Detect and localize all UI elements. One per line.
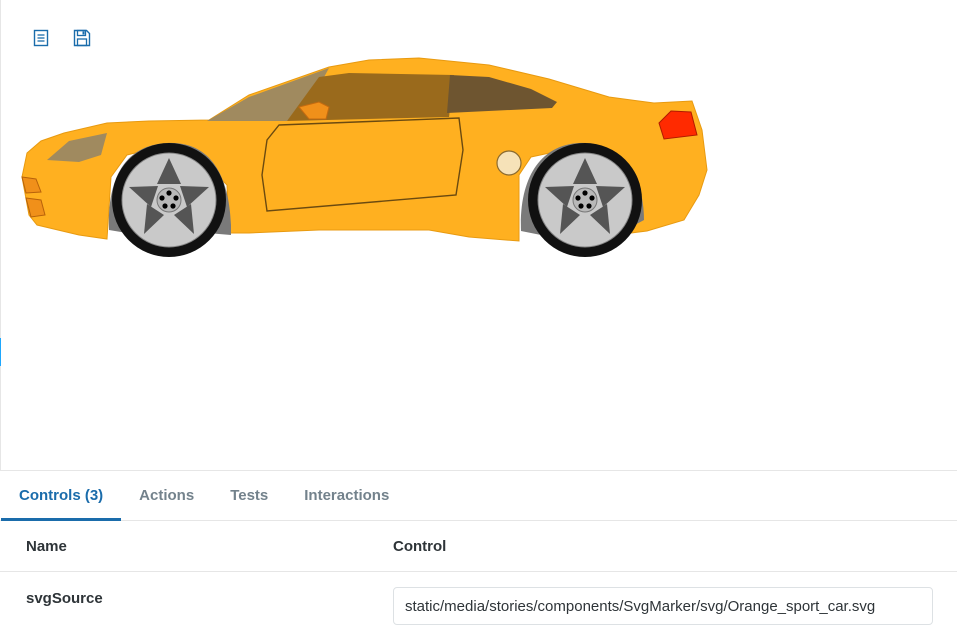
tab-label: Controls (3) xyxy=(19,487,104,504)
tab-tests[interactable]: Tests xyxy=(212,471,286,520)
tab-label: Tests xyxy=(230,487,269,504)
addons-tab-bar: Controls (3) Actions Tests Interactions xyxy=(0,471,957,521)
svg-source-input[interactable] xyxy=(393,587,933,625)
controls-table-header: Name Control xyxy=(0,521,957,572)
addons-panel: Controls (3) Actions Tests Interactions … xyxy=(0,470,957,625)
control-name: svgSource xyxy=(26,590,103,607)
tab-interactions[interactable]: Interactions xyxy=(286,471,407,520)
list-icon[interactable] xyxy=(31,28,51,48)
tab-actions[interactable]: Actions xyxy=(121,471,212,520)
table-row: svgSource xyxy=(0,572,957,625)
tab-controls[interactable]: Controls (3) xyxy=(1,471,122,521)
tab-label: Actions xyxy=(139,487,195,504)
sports-car-image xyxy=(21,57,708,257)
preview-canvas xyxy=(1,0,957,470)
control-cell xyxy=(393,572,957,625)
save-icon[interactable] xyxy=(72,28,92,48)
column-header-control: Control xyxy=(393,537,447,555)
tab-label: Interactions xyxy=(304,487,390,504)
column-header-name: Name xyxy=(26,537,67,555)
